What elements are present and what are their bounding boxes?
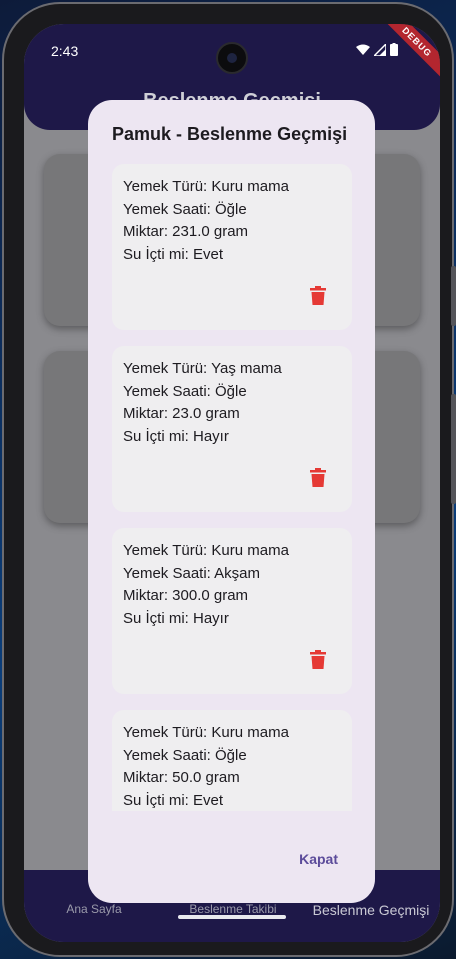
meal-time: Yemek Saati: Öğle (123, 382, 247, 400)
water: Su İçti mi: Hayır (123, 609, 229, 627)
trash-icon[interactable] (310, 286, 326, 305)
trash-icon[interactable] (310, 468, 326, 487)
battery-icon (390, 43, 398, 56)
meal-time: Yemek Saati: Öğle (123, 200, 247, 218)
list-item: Yemek Türü: Kuru mama Yemek Saati: Öğle … (112, 710, 352, 811)
water: Su İçti mi: Hayır (123, 427, 229, 445)
phone-frame: Beslenme Geçmişi Ana Sayfa Beslenme Taki… (2, 2, 456, 957)
status-time: 2:43 (51, 43, 79, 59)
screen: Beslenme Geçmişi Ana Sayfa Beslenme Taki… (24, 24, 440, 942)
status-icons (356, 43, 398, 56)
food-type: Yemek Türü: Kuru mama (123, 542, 289, 559)
list-item: Yemek Türü: Kuru mama Yemek Saati: Öğle … (112, 164, 352, 330)
history-list[interactable]: Yemek Türü: Kuru mama Yemek Saati: Öğle … (112, 164, 352, 811)
amount: Miktar: 300.0 gram (123, 587, 249, 604)
volume-button (451, 266, 456, 326)
meal-time: Yemek Saati: Öğle (123, 746, 247, 764)
amount: Miktar: 50.0 gram (123, 769, 240, 786)
food-type: Yemek Türü: Yaş mama (123, 360, 282, 377)
list-item: Yemek Türü: Kuru mama Yemek Saati: Akşam… (112, 528, 352, 694)
amount: Miktar: 231.0 gram (123, 223, 249, 240)
trash-icon[interactable] (310, 650, 326, 669)
close-button[interactable]: Kapat (299, 851, 338, 867)
list-item: Yemek Türü: Yaş mama Yemek Saati: Öğle M… (112, 346, 352, 512)
power-button (451, 394, 456, 504)
amount: Miktar: 23.0 gram (123, 405, 240, 422)
food-type: Yemek Türü: Kuru mama (123, 724, 289, 741)
dialog-title: Pamuk - Beslenme Geçmişi (112, 124, 348, 144)
front-camera (216, 42, 248, 74)
food-type: Yemek Türü: Kuru mama (123, 178, 289, 195)
signal-icon (374, 43, 386, 56)
history-dialog: Pamuk - Beslenme Geçmişi Yemek Türü: Kur… (88, 100, 375, 903)
water: Su İçti mi: Evet (123, 791, 224, 809)
meal-time: Yemek Saati: Akşam (123, 564, 261, 582)
status-bar: 2:43 DEBUG (24, 24, 440, 80)
water: Su İçti mi: Evet (123, 245, 224, 263)
wifi-icon (356, 44, 370, 55)
